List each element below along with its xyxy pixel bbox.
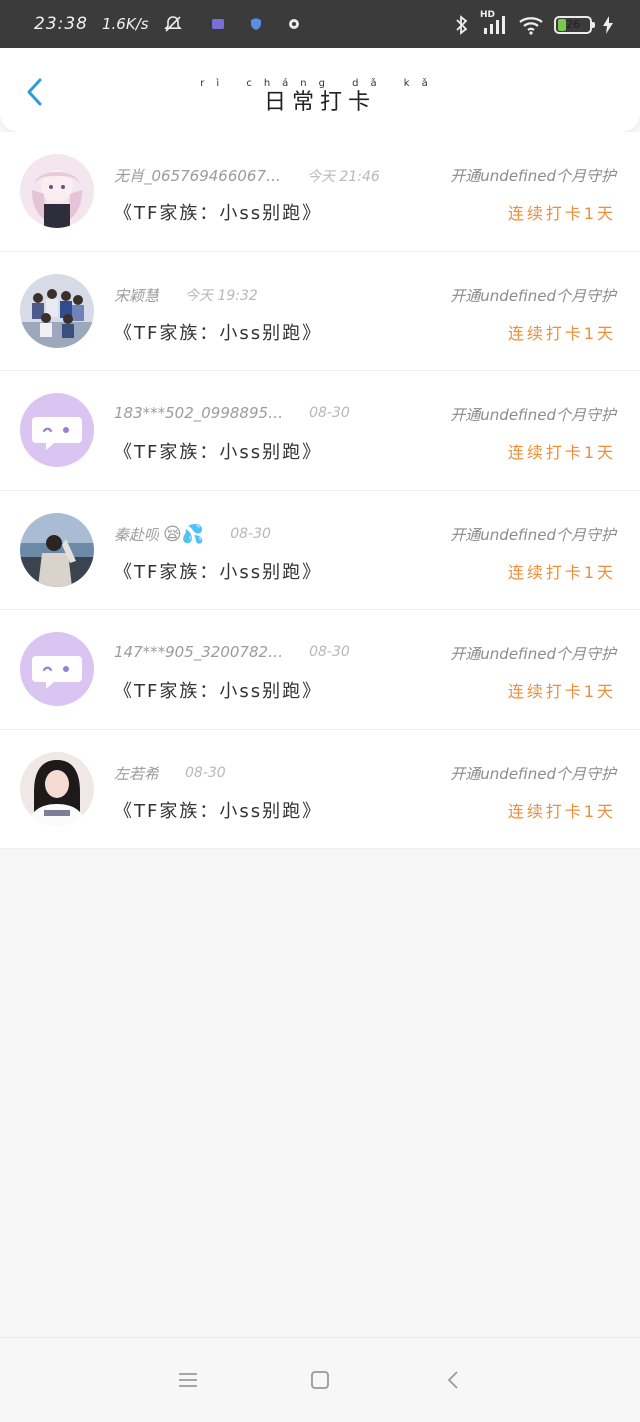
anime-girl-avatar[interactable] <box>20 154 94 228</box>
app-header: rì cháng dǎ kǎ 日常打卡 <box>0 48 640 132</box>
list-item[interactable]: 183***502_0998895… 08-30 《TF家族：小ss别跑》 开通… <box>0 371 640 491</box>
streak-badge: 连续打卡1天 <box>507 801 616 821</box>
guard-status: 开通undefined个月守护 <box>450 645 616 663</box>
guard-status: 开通undefined个月守护 <box>450 764 616 783</box>
name-line: 183***502_0998895… 08-30 <box>114 404 350 422</box>
user-name[interactable]: 183***502_0998895… <box>114 404 283 422</box>
checkin-time: 08-30 <box>230 526 271 542</box>
back-triangle-icon[interactable] <box>442 1368 466 1392</box>
name-line: 左若希 08-30 <box>114 763 226 784</box>
user-name[interactable]: 147***905_3200782… <box>114 643 283 661</box>
menu-icon[interactable] <box>176 1368 200 1392</box>
name-line: 无肖_06576946606​7… 今天 21:46 <box>114 165 380 186</box>
guard-status: 开通undefined个月守护 <box>450 525 616 544</box>
checkin-time: 08-30 <box>185 765 226 781</box>
beach-photo-avatar[interactable] <box>20 512 94 587</box>
checkin-description: 《TF家族：小ss别跑》 <box>114 442 323 463</box>
guard-status: 开通undefined个月守护 <box>450 406 616 424</box>
name-line: 147***905_3200782… 08-30 <box>114 643 350 661</box>
list-item[interactable]: 无肖_06576946606​7… 今天 21:46 《TF家族：小ss别跑》 … <box>0 132 640 252</box>
checkin-description: 《TF家族：小ss别跑》 <box>114 561 323 583</box>
name-emoji: 😪💦 <box>163 523 205 545</box>
girl-photo-avatar[interactable] <box>20 751 94 826</box>
list-item[interactable]: 左若希 08-30 《TF家族：小ss别跑》 开通undefined个月守护 连… <box>0 730 640 849</box>
streak-badge: 连续打卡1天 <box>507 204 616 223</box>
list-item[interactable]: 147***905_3200782… 08-30 《TF家族：小ss别跑》 开通… <box>0 610 640 730</box>
bluetooth-icon <box>456 15 468 35</box>
user-name[interactable]: 宋颖慧 <box>114 285 159 306</box>
streak-badge: 连续打卡1天 <box>507 562 616 582</box>
checkin-description: 《TF家族：小ss别跑》 <box>114 322 323 344</box>
battery-level: 26 <box>566 18 580 31</box>
app-notification-icon <box>211 19 224 29</box>
name-line: 宋颖慧 今天 19:32 <box>114 285 258 306</box>
guard-status: 开通undefined个月守护 <box>450 167 616 185</box>
checkin-time: 今天 21:46 <box>307 168 380 185</box>
streak-badge: 连续打卡1天 <box>507 323 616 343</box>
list-item[interactable]: 秦赴呗 😪💦 08-30 《TF家族：小ss别跑》 开通undefined个月守… <box>0 491 640 610</box>
streak-badge: 连续打卡1天 <box>507 443 616 462</box>
charging-icon <box>603 16 613 34</box>
checkin-time: 08-30 <box>309 405 350 421</box>
wifi-icon <box>519 17 543 35</box>
status-time: 23:38 <box>34 14 88 34</box>
name-line: 秦赴呗 😪💦 08-30 <box>114 524 271 545</box>
page-title: 日常打卡 <box>263 90 376 115</box>
system-nav-bar <box>0 1337 640 1422</box>
checkin-description: 《TF家族：小ss别跑》 <box>114 681 323 702</box>
hd-signal-icon: HD <box>480 10 508 36</box>
checkin-description: 《TF家族：小ss别跑》 <box>114 203 323 224</box>
group-photo-avatar[interactable] <box>20 273 94 348</box>
status-bar: 23:38 1.6K/s HD 26 <box>0 0 640 48</box>
battery-icon: 26 <box>554 16 595 34</box>
shield-notification-icon <box>250 18 261 30</box>
checkin-description: 《TF家族：小ss别跑》 <box>114 800 323 822</box>
checkin-list: 无肖_06576946606​7… 今天 21:46 《TF家族：小ss别跑》 … <box>0 132 640 849</box>
net-speed: 1.6K/s <box>102 15 149 33</box>
home-square-icon[interactable] <box>308 1368 332 1392</box>
default-chat-avatar[interactable] <box>20 632 94 706</box>
checkin-time: 08-30 <box>309 644 350 660</box>
user-name[interactable]: 秦赴呗 <box>114 524 159 545</box>
default-chat-avatar[interactable] <box>20 393 94 467</box>
user-name[interactable]: 无肖_06576946606​7… <box>114 165 281 186</box>
user-name[interactable]: 左若希 <box>114 763 159 784</box>
list-item[interactable]: 宋颖慧 今天 19:32 《TF家族：小ss别跑》 开通undefined个月守… <box>0 252 640 371</box>
mute-bell-icon <box>163 16 182 32</box>
guard-status: 开通undefined个月守护 <box>450 286 616 305</box>
streak-badge: 连续打卡1天 <box>507 682 616 701</box>
round-notification-icon <box>288 19 299 29</box>
checkin-time: 今天 19:32 <box>185 288 258 304</box>
